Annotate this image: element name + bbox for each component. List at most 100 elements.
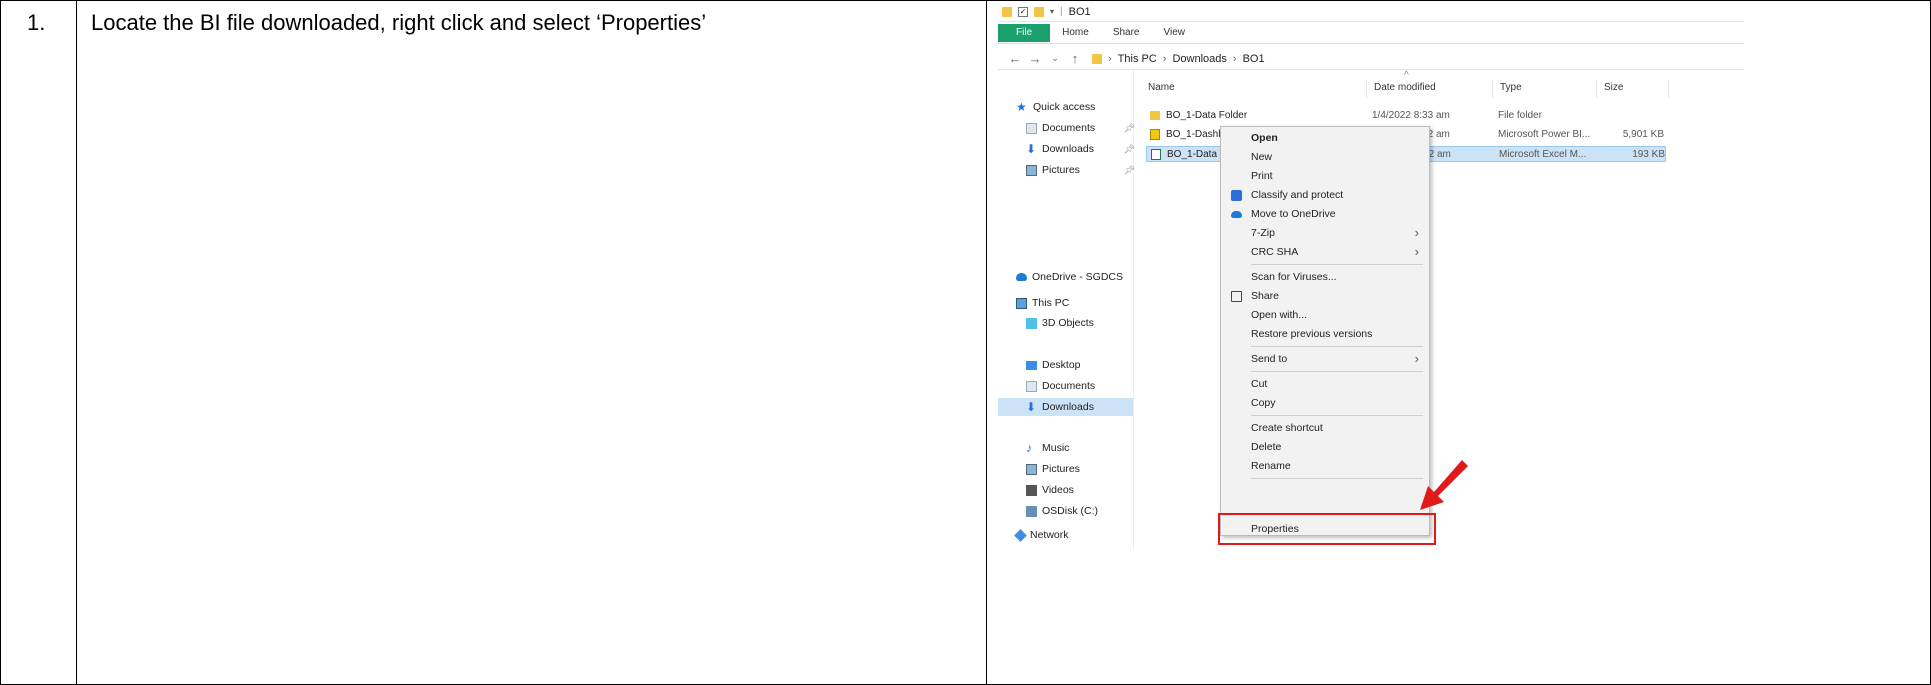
menu-separator — [1251, 478, 1423, 479]
folder-icon — [1092, 53, 1102, 64]
power-bi-file-icon — [1150, 129, 1160, 140]
film-icon — [1026, 484, 1037, 496]
menu-item-print[interactable]: Print — [1221, 167, 1429, 185]
context-menu: Open New Print Classify and protect Move… — [1220, 126, 1430, 536]
menu-item-open[interactable]: Open — [1221, 129, 1429, 147]
red-arrow-icon — [1420, 460, 1468, 510]
computer-icon — [1016, 297, 1027, 309]
menu-item-delete[interactable]: Delete — [1221, 438, 1429, 456]
nav-item-music[interactable]: ♪ Music — [1026, 439, 1143, 457]
column-header-date[interactable]: Date modified — [1374, 82, 1436, 93]
column-header-type[interactable]: Type — [1500, 82, 1522, 93]
breadcrumb-item-downloads[interactable]: Downloads — [1172, 53, 1226, 65]
nav-item-pictures[interactable]: Pictures — [1026, 460, 1143, 478]
menu-item-restore-previous-versions[interactable]: Restore previous versions — [1221, 325, 1429, 343]
menu-item-new[interactable]: New — [1221, 148, 1429, 166]
desktop-icon — [1026, 360, 1037, 370]
column-header-name[interactable]: Name — [1148, 82, 1175, 93]
menu-separator — [1251, 371, 1423, 372]
nav-item-onedrive[interactable]: OneDrive - SGDCS — [1016, 268, 1133, 286]
tab-home[interactable]: Home — [1050, 22, 1101, 44]
menu-item-rename[interactable]: Rename — [1221, 457, 1429, 475]
nav-item-downloads-pinned[interactable]: ⬇ Downloads 📌︎ — [1026, 140, 1143, 158]
address-bar: ← → ⌄ ↑ › This PC › Downloads › BO1 — [998, 48, 1744, 70]
menu-item-scan-for-viruses[interactable]: Scan for Viruses... — [1221, 268, 1429, 286]
documents-icon — [1026, 122, 1037, 134]
step-instruction-cell: Locate the BI file downloaded, right cli… — [76, 0, 987, 685]
nav-item-documents-pinned[interactable]: Documents 📌︎ — [1026, 119, 1143, 137]
menu-item-create-shortcut[interactable]: Create shortcut — [1221, 419, 1429, 437]
pin-icon: 📌︎ — [1123, 122, 1135, 133]
chevron-down-icon[interactable]: ⌄ — [1048, 53, 1062, 64]
menu-item-7-zip[interactable]: 7-Zip › — [1221, 224, 1429, 242]
folder-icon — [1150, 111, 1160, 120]
back-arrow-icon[interactable]: ← — [1008, 51, 1022, 66]
column-divider[interactable] — [1596, 80, 1597, 98]
music-note-icon: ♪ — [1026, 440, 1032, 455]
tab-file[interactable]: File — [998, 23, 1051, 42]
menu-item-move-to-onedrive[interactable]: Move to OneDrive — [1221, 205, 1429, 223]
navigation-pane: ★ Quick access Documents 📌︎ ⬇ Downloads … — [998, 92, 1135, 550]
nav-item-3d-objects[interactable]: 3D Objects — [1026, 314, 1143, 332]
tab-share[interactable]: Share — [1101, 22, 1152, 44]
forward-arrow-icon[interactable]: → — [1028, 51, 1042, 66]
checkbox-icon: ✓ — [1018, 6, 1028, 17]
menu-item-classify-and-protect[interactable]: Classify and protect — [1221, 186, 1429, 204]
pictures-icon — [1026, 164, 1037, 176]
menu-item-copy[interactable]: Copy — [1221, 394, 1429, 412]
chevron-right-icon: › — [1414, 225, 1419, 240]
window-title: BO1 — [1068, 5, 1091, 18]
column-divider[interactable] — [1492, 80, 1493, 98]
menu-item-send-to[interactable]: Send to › — [1221, 350, 1429, 368]
chevron-right-icon: › — [1414, 244, 1419, 259]
download-arrow-icon: ⬇ — [1026, 141, 1037, 156]
excel-file-icon — [1151, 149, 1161, 160]
dropdown-icon: ▾ — [1050, 7, 1055, 16]
nav-item-downloads[interactable]: ⬇ Downloads — [998, 398, 1133, 416]
tab-view[interactable]: View — [1152, 22, 1198, 44]
nav-item-desktop[interactable]: Desktop — [1026, 356, 1143, 374]
nav-item-osdisk[interactable]: OSDisk (C:) — [1026, 502, 1143, 520]
nav-item-videos[interactable]: Videos — [1026, 481, 1143, 499]
up-arrow-icon[interactable]: ↑ — [1068, 51, 1082, 66]
share-icon — [1231, 291, 1242, 302]
column-headers: ^ Name Date modified Type Size — [1148, 70, 1708, 98]
column-header-size[interactable]: Size — [1604, 82, 1623, 93]
column-divider[interactable] — [1366, 80, 1367, 98]
pin-icon: 📌︎ — [1123, 143, 1135, 154]
step-instruction: Locate the BI file downloaded, right cli… — [91, 10, 707, 35]
menu-item-crc-sha[interactable]: CRC SHA › — [1221, 243, 1429, 261]
step-number-cell: 1. — [0, 0, 77, 685]
nav-item-this-pc[interactable]: This PC — [1016, 294, 1133, 312]
pin-icon: 📌︎ — [1123, 164, 1135, 175]
nav-item-pictures-pinned[interactable]: Pictures 📌︎ — [1026, 161, 1143, 179]
file-row[interactable]: BO_1-Data Folder 1/4/2022 8:33 am File f… — [1146, 108, 1666, 124]
cloud-icon — [1016, 273, 1027, 281]
documents-icon — [1026, 380, 1037, 392]
folder-icon — [1034, 6, 1044, 17]
nav-item-network[interactable]: Network — [1014, 526, 1133, 544]
menu-item-open-with[interactable]: Open with... — [1221, 306, 1429, 324]
title-bar: ✓ ▾ | BO1 — [998, 2, 1744, 22]
menu-separator — [1251, 346, 1423, 347]
network-icon — [1014, 528, 1027, 542]
separator: | — [1060, 6, 1063, 17]
protect-icon — [1231, 190, 1242, 201]
nav-item-documents[interactable]: Documents — [1026, 377, 1143, 395]
breadcrumb[interactable]: › This PC › Downloads › BO1 — [1092, 53, 1265, 65]
cloud-icon — [1231, 211, 1242, 218]
star-icon: ★ — [1016, 100, 1027, 114]
column-divider[interactable] — [1668, 80, 1669, 98]
download-arrow-icon: ⬇ — [1026, 399, 1037, 414]
chevron-right-icon: › — [1232, 52, 1237, 65]
breadcrumb-item-this-pc[interactable]: This PC — [1118, 53, 1157, 65]
breadcrumb-item-bo1[interactable]: BO1 — [1243, 53, 1265, 65]
menu-item-cut[interactable]: Cut — [1221, 375, 1429, 393]
menu-separator — [1251, 264, 1423, 265]
folder-icon — [1002, 6, 1012, 17]
menu-item-share[interactable]: Share — [1221, 287, 1429, 305]
ribbon: File Home Share View — [998, 22, 1744, 44]
nav-item-quick-access[interactable]: ★ Quick access — [1016, 98, 1133, 116]
cube-icon — [1026, 317, 1037, 329]
sort-caret-icon: ^ — [1404, 70, 1409, 81]
